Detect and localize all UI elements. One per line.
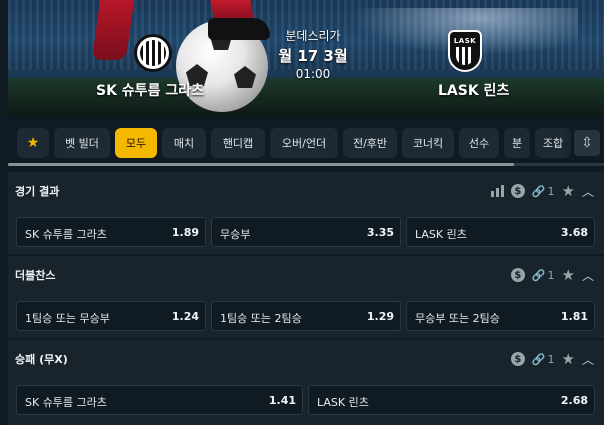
home-team-logo: [134, 34, 172, 72]
market-title: 승패 (무X): [15, 353, 68, 366]
tabs-scrollbar[interactable]: [8, 163, 604, 166]
selection-odds: 1.41: [268, 394, 296, 407]
selection-odds: 1.29: [366, 310, 394, 323]
bar-chart-icon[interactable]: [490, 185, 504, 197]
selection-odds: 1.89: [171, 226, 199, 239]
selection-odds: 1.81: [560, 310, 588, 323]
selection-button[interactable]: 무승부 또는 2팀승 1.81: [406, 301, 595, 331]
market-double-chance: 더블찬스 $ 🔗 1 ★ ︿ 1팀승 또는 무승부 1.24 1팀승 또는 2팀…: [8, 256, 604, 338]
link-icon[interactable]: 🔗: [532, 353, 546, 366]
tab-all[interactable]: 모두: [115, 128, 157, 158]
league-name: 분데스리가: [285, 29, 341, 43]
dollar-icon[interactable]: $: [510, 268, 525, 282]
tab-over-under[interactable]: 오버/언더: [270, 128, 338, 158]
match-header: LASK 분데스리가 월 17 3월 01:00 SK 슈투름 그라츠 LASK…: [8, 0, 604, 115]
tab-favorites[interactable]: ★: [17, 128, 49, 158]
selection-label: SK 슈투름 그라츠: [25, 396, 107, 409]
selection-odds: 3.35: [366, 226, 394, 239]
market-match-result: 경기 결과 $ 🔗 1 ★ ︿ SK 슈투름 그라츠 1.89 무승부 3.35…: [8, 172, 604, 254]
tab-half[interactable]: 전/후반: [343, 128, 397, 158]
selection-label: 무승부: [220, 228, 251, 241]
tab-bet-builder[interactable]: 벳 빌더: [54, 128, 110, 158]
link-icon[interactable]: 🔗: [532, 269, 546, 282]
chevron-up-icon[interactable]: ︿: [582, 183, 594, 200]
market-win-no-draw: 승패 (무X) $ 🔗 1 ★ ︿ SK 슈투름 그라츠 1.41 LASK 린…: [8, 340, 604, 425]
selection-odds: 1.24: [171, 310, 199, 323]
tab-players[interactable]: 선수: [459, 128, 499, 158]
match-time: 01:00: [295, 67, 331, 81]
home-team-name: SK 슈투름 그라츠: [96, 83, 204, 99]
collapse-icon: ⇳: [581, 135, 593, 151]
link-count: 1: [547, 352, 555, 366]
link-count: 1: [547, 184, 555, 198]
dollar-icon[interactable]: $: [510, 184, 525, 198]
match-date: 월 17 3월: [278, 47, 348, 65]
collapse-all-button[interactable]: ⇳: [574, 130, 600, 156]
selection-button[interactable]: 1팀승 또는 무승부 1.24: [16, 301, 206, 331]
selection-label: 1팀승 또는 무승부: [25, 312, 110, 325]
selection-label: LASK 린츠: [415, 228, 467, 241]
tab-handicap[interactable]: 핸디캡: [211, 128, 265, 158]
tab-minutes[interactable]: 분: [504, 128, 530, 158]
selection-button[interactable]: LASK 린츠 2.68: [308, 385, 595, 415]
market-header[interactable]: 승패 (무X) $ 🔗 1 ★ ︿: [8, 340, 604, 378]
selection-odds: 3.68: [560, 226, 588, 239]
star-icon[interactable]: ★: [562, 182, 575, 200]
market-filter-tabs: ★ 벳 빌더 모두 매치 핸디캡 오버/언더 전/후반 코너킥 선수 분 조합 …: [8, 125, 604, 161]
market-title: 더블찬스: [15, 269, 56, 282]
tab-match[interactable]: 매치: [162, 128, 206, 158]
tab-corners[interactable]: 코너킥: [402, 128, 454, 158]
selection-label: SK 슈투름 그라츠: [25, 228, 107, 241]
dollar-icon[interactable]: $: [510, 352, 525, 366]
star-icon[interactable]: ★: [562, 266, 575, 284]
star-icon: ★: [26, 135, 40, 151]
selection-button[interactable]: LASK 린츠 3.68: [406, 217, 595, 247]
away-team-logo: LASK: [448, 30, 482, 72]
selection-button[interactable]: SK 슈투름 그라츠 1.89: [16, 217, 206, 247]
selection-button[interactable]: 1팀승 또는 2팀승 1.29: [211, 301, 401, 331]
link-count: 1: [547, 268, 555, 282]
selection-button[interactable]: SK 슈투름 그라츠 1.41: [16, 385, 303, 415]
selection-label: LASK 린츠: [317, 396, 369, 409]
selection-odds: 2.68: [560, 394, 588, 407]
chevron-up-icon[interactable]: ︿: [582, 267, 594, 284]
selection-label: 1팀승 또는 2팀승: [220, 312, 302, 325]
link-icon[interactable]: 🔗: [532, 185, 546, 198]
chevron-up-icon[interactable]: ︿: [582, 351, 594, 368]
market-header[interactable]: 경기 결과 $ 🔗 1 ★ ︿: [8, 172, 604, 210]
market-title: 경기 결과: [15, 185, 60, 198]
away-team-name: LASK 린츠: [438, 83, 510, 99]
selection-label: 무승부 또는 2팀승: [415, 312, 500, 325]
market-header[interactable]: 더블찬스 $ 🔗 1 ★ ︿: [8, 256, 604, 294]
star-icon[interactable]: ★: [562, 350, 575, 368]
selection-button[interactable]: 무승부 3.35: [211, 217, 401, 247]
scrollbar-thumb[interactable]: [8, 163, 514, 166]
